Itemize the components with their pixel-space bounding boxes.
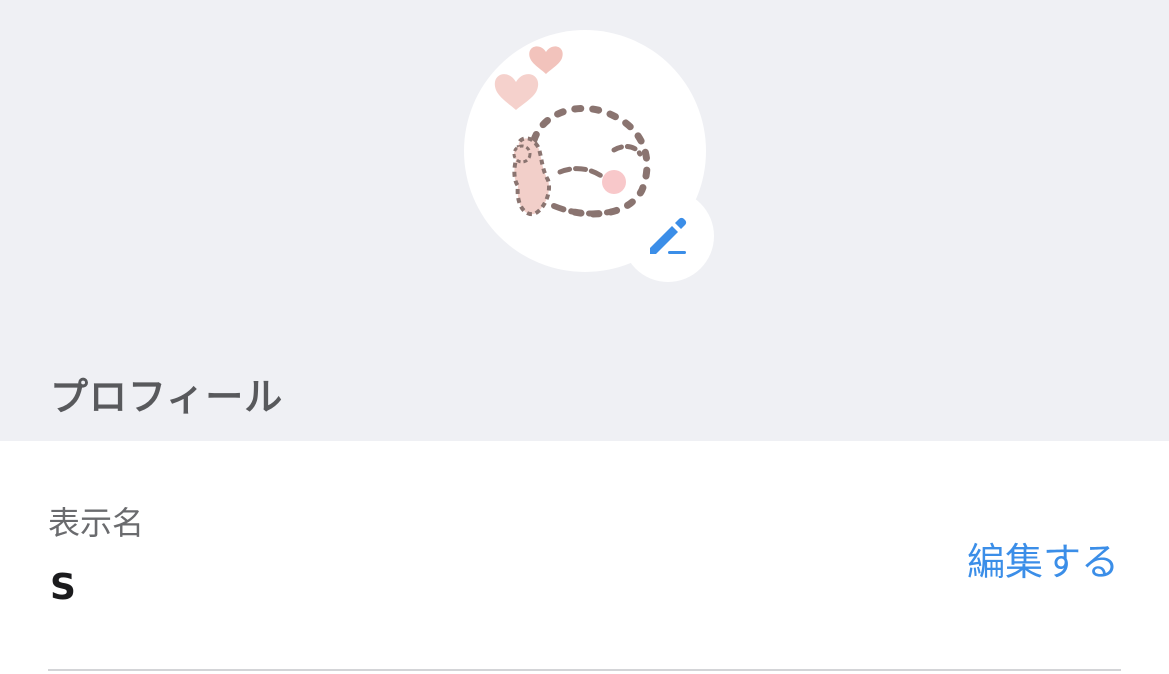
edit-avatar-button[interactable] bbox=[622, 190, 714, 282]
profile-header-area: プロフィール bbox=[0, 0, 1169, 441]
display-name-row: 表示名 S 編集する bbox=[0, 441, 1169, 674]
pencil-icon bbox=[650, 217, 687, 254]
display-name-value: S bbox=[50, 567, 76, 608]
row-divider bbox=[48, 669, 1121, 671]
profile-section-title: プロフィール bbox=[50, 375, 284, 419]
edit-display-name-button[interactable]: 編集する bbox=[967, 531, 1119, 586]
display-name-label: 表示名 bbox=[48, 504, 145, 542]
